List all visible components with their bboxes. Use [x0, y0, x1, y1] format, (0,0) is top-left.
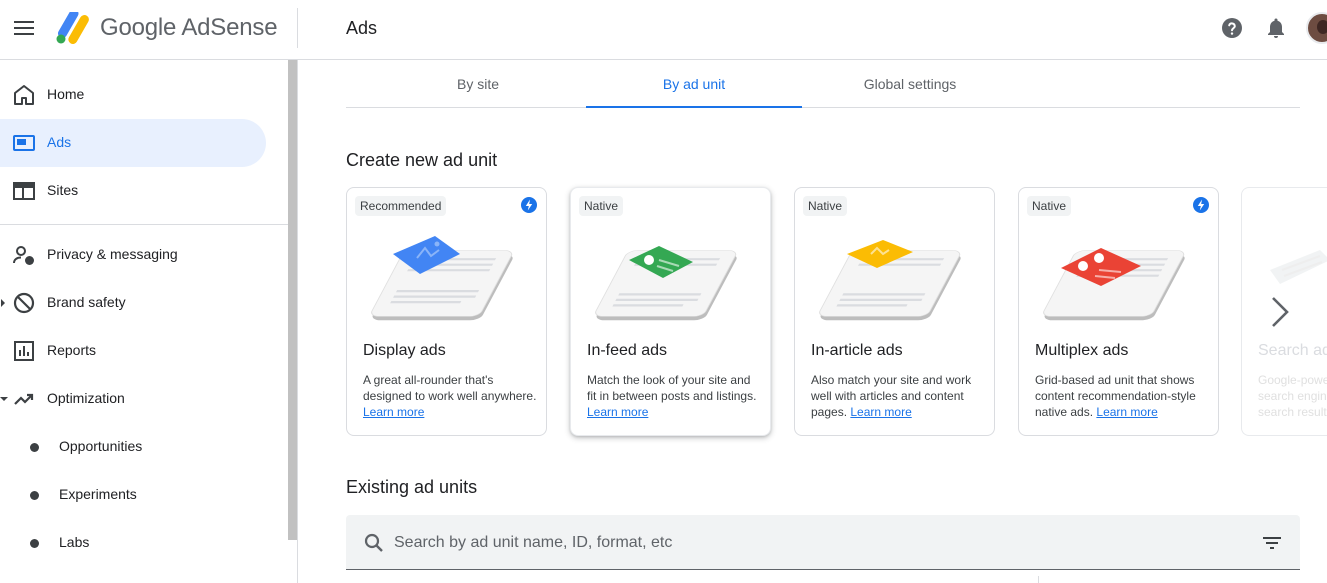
card-chip: Native — [579, 196, 624, 216]
sidebar-item-opportunities[interactable]: Opportunities — [0, 423, 266, 471]
card-description: Match the look of your site and fit in b… — [587, 372, 762, 420]
learn-more-link[interactable]: Learn more — [587, 405, 648, 419]
sidebar-item-label: Experiments — [59, 486, 137, 502]
display-ads-card[interactable]: Recommended Display ads A great all-roun… — [346, 187, 547, 436]
bullet-icon — [30, 491, 39, 500]
sidebar-item-label: Brand safety — [47, 294, 126, 310]
sidebar-item-label: Reports — [47, 342, 97, 358]
card-description-text: A great all-rounder that's designed to w… — [363, 373, 537, 403]
carousel-next-chevron-icon[interactable] — [1264, 294, 1296, 330]
multiplex-ads-card[interactable]: Native Multiplex ads Grid-based ad unit … — [1018, 187, 1219, 436]
learn-more-link[interactable]: Learn more — [363, 405, 424, 419]
top-divider — [297, 8, 298, 48]
reports-icon — [14, 341, 34, 361]
block-icon — [13, 292, 35, 314]
help-icon[interactable] — [1220, 16, 1244, 40]
card-title: In-article ads — [811, 342, 903, 359]
card-chip: Recommended — [355, 196, 447, 216]
sidebar-item-experiments[interactable]: Experiments — [0, 471, 266, 519]
sidebar-item-label: Home — [47, 86, 85, 102]
card-title: Multiplex ads — [1035, 342, 1129, 359]
user-avatar[interactable] — [1306, 12, 1327, 44]
tab-global-settings[interactable]: Global settings — [802, 60, 1018, 108]
tab-by-ad-unit[interactable]: By ad unit — [586, 60, 802, 108]
auto-ads-bolt-icon — [521, 197, 537, 213]
sidebar-item-label: Ads — [47, 134, 72, 150]
sidebar-item-optimization[interactable]: Optimization — [0, 375, 266, 423]
sidebar-item-label: Opportunities — [59, 438, 143, 454]
ads-icon — [13, 135, 35, 151]
sidebar-divider — [0, 224, 288, 225]
card-title: Search ads — [1258, 342, 1327, 359]
in-feed-ads-card[interactable]: Native In-feed ads Match the look of you… — [570, 187, 771, 436]
page-title: Ads — [346, 18, 378, 38]
sidebar-nav: Home Ads Sites Privacy & messaging Brand… — [0, 60, 298, 583]
expand-caret-icon[interactable] — [1, 299, 5, 307]
card-description: Grid-based ad unit that shows content re… — [1035, 372, 1210, 420]
learn-more-link[interactable]: Learn more — [850, 405, 911, 419]
sidebar-item-label: Privacy & messaging — [47, 246, 178, 262]
filter-icon[interactable] — [1260, 531, 1284, 555]
home-icon — [14, 85, 34, 105]
in-article-ads-card[interactable]: Native In-article ads Also match your si… — [794, 187, 995, 436]
tab-by-site[interactable]: By site — [370, 60, 586, 108]
multiplex-ads-illustration — [1043, 248, 1185, 321]
brand-name: Google AdSense — [100, 14, 278, 41]
sidebar-item-home[interactable]: Home — [0, 71, 266, 119]
card-description-text: Match the look of your site and fit in b… — [587, 373, 757, 403]
sidebar-item-label: Labs — [59, 534, 90, 550]
learn-more-link[interactable]: Learn more — [1096, 405, 1157, 419]
card-description: Google-powered search engine that search… — [1258, 373, 1327, 419]
sidebar-scrollbar[interactable] — [288, 60, 297, 540]
notifications-bell-icon[interactable] — [1264, 16, 1288, 40]
auto-ads-bolt-icon — [1193, 197, 1209, 213]
sidebar-item-label: Sites — [47, 182, 79, 198]
in-article-ads-illustration — [819, 240, 961, 321]
privacy-icon — [13, 246, 34, 265]
sites-icon — [13, 182, 35, 200]
adsense-logo[interactable]: Google AdSense — [54, 10, 278, 46]
create-section-title: Create new ad unit — [346, 150, 498, 170]
search-icon — [364, 533, 383, 552]
card-description: Also match your site and work well with … — [811, 372, 986, 420]
card-description: A great all-rounder that's designed to w… — [363, 372, 538, 420]
display-ads-illustration — [371, 236, 513, 321]
bullet-icon — [30, 539, 39, 548]
ad-unit-search-bar — [346, 515, 1300, 570]
card-chip: Native — [1027, 196, 1072, 216]
card-title: Display ads — [363, 342, 446, 359]
sidebar-item-reports[interactable]: Reports — [0, 327, 266, 375]
existing-section-title: Existing ad units — [346, 477, 478, 497]
ad-unit-search-input[interactable] — [394, 529, 1214, 557]
table-divider — [1038, 576, 1039, 583]
card-title: In-feed ads — [587, 342, 668, 359]
trending-up-icon — [14, 393, 34, 405]
sidebar-item-label: Optimization — [47, 390, 125, 406]
sidebar-item-privacy-messaging[interactable]: Privacy & messaging — [0, 231, 266, 279]
main-menu-button[interactable] — [12, 16, 36, 40]
collapse-caret-icon[interactable] — [0, 397, 8, 401]
sidebar-item-ads[interactable]: Ads — [0, 119, 266, 167]
sidebar-item-sites[interactable]: Sites — [0, 167, 266, 215]
card-chip: Native — [803, 196, 848, 216]
top-app-bar: Google AdSense Ads — [0, 0, 1327, 60]
sidebar-item-labs[interactable]: Labs — [0, 519, 266, 567]
adsense-logo-icon — [56, 12, 89, 44]
tab-bar: By site By ad unit Global settings — [346, 60, 1300, 108]
sidebar-item-brand-safety[interactable]: Brand safety — [0, 279, 266, 327]
bullet-icon — [30, 443, 39, 452]
in-feed-ads-illustration — [595, 246, 737, 321]
